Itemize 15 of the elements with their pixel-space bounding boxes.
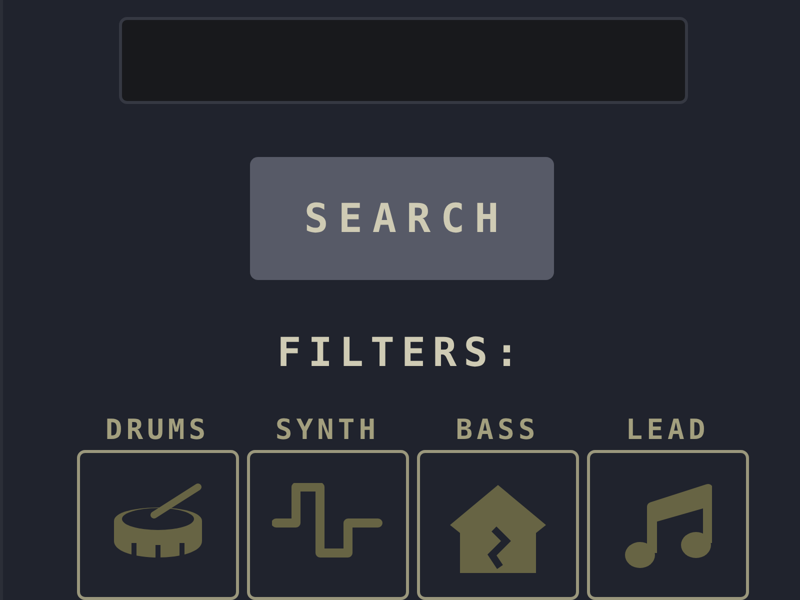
music-note-icon <box>624 483 712 569</box>
square-wave-icon <box>272 483 384 559</box>
search-field[interactable] <box>119 17 688 104</box>
filter-card[interactable] <box>246 450 408 600</box>
filter-label: LEAD <box>626 414 710 446</box>
filter-label: SYNTH <box>275 414 380 446</box>
drum-icon <box>112 483 204 559</box>
filters-heading: FILTERS: <box>277 330 526 376</box>
filter-label: BASS <box>456 414 540 446</box>
filter-label: DRUMS <box>105 414 210 446</box>
filter-card[interactable] <box>76 450 238 600</box>
filter-card[interactable] <box>416 450 578 600</box>
search-button[interactable]: SEARCH <box>250 157 554 280</box>
filter-card[interactable] <box>586 450 748 600</box>
house-lightning-icon <box>448 483 548 573</box>
